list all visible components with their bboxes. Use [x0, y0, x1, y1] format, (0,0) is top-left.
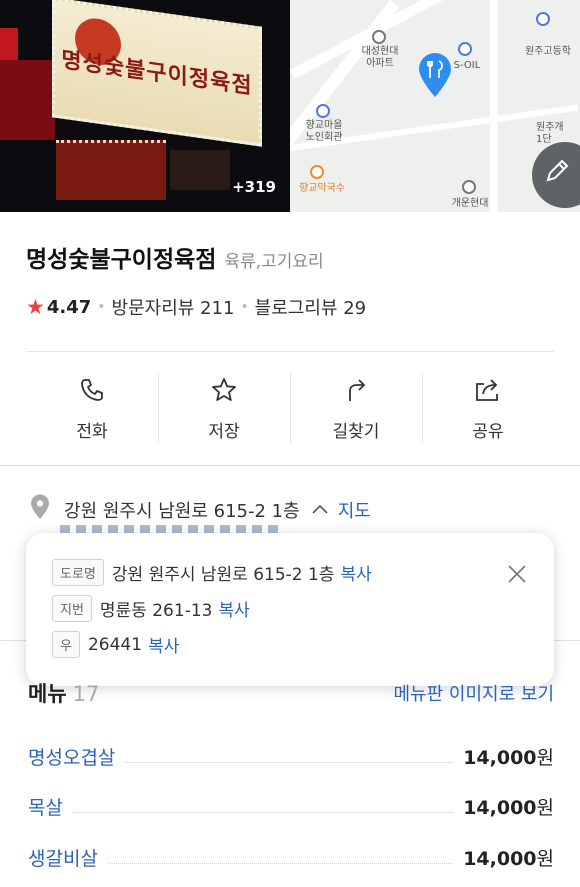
- address-summary: 강원 원주시 남원로 615-2 1층: [64, 500, 300, 522]
- map-label: 향교막국수: [299, 183, 345, 194]
- menu-title: 메뉴 17: [28, 678, 99, 708]
- save-label: 저장: [208, 421, 240, 442]
- road-address-tag: 도로명: [52, 559, 104, 586]
- copy-road-address-button[interactable]: 복사: [340, 560, 371, 585]
- price-unit: 원: [536, 796, 554, 819]
- divider: [26, 351, 554, 352]
- address-detail-popup: 도로명 강원 원주시 남원로 615-2 1층 복사 지번 명륜동 261-13…: [26, 533, 554, 686]
- share-button[interactable]: 공유: [422, 370, 554, 446]
- zip-code: 26441: [87, 634, 143, 655]
- save-button[interactable]: 저장: [158, 370, 290, 446]
- photo-decoration: [0, 60, 55, 140]
- menu-item-name: 목살: [28, 796, 63, 819]
- map-label: 개운현대: [451, 198, 489, 209]
- separator: •: [97, 299, 106, 315]
- leader-dots: [125, 749, 454, 763]
- star-outline-icon: [210, 375, 238, 405]
- directions-button[interactable]: 길찾기: [290, 370, 422, 446]
- menu-item-price: 14,000원: [463, 743, 554, 770]
- menu-item-price: 14,000원: [463, 844, 554, 871]
- place-category: 육류,고기요리: [224, 252, 324, 272]
- rating-row: ★ 4.47 • 방문자리뷰 211 • 블로그리뷰 29: [26, 294, 366, 320]
- map-pin-icon: [30, 494, 50, 525]
- menu-count: 17: [72, 682, 100, 706]
- share-icon: [473, 375, 503, 405]
- directions-label: 길찾기: [332, 421, 380, 442]
- call-button[interactable]: 전화: [26, 370, 158, 446]
- close-icon[interactable]: [506, 563, 528, 585]
- map-link[interactable]: 지도: [338, 497, 371, 523]
- poi-gas-icon: [458, 42, 472, 56]
- price-value: 14,000: [463, 847, 537, 870]
- lot-address-line: 지번 명륜동 261-13 복사: [52, 595, 250, 622]
- zip-line: 우 26441 복사: [52, 631, 179, 658]
- menu-item[interactable]: 생갈비살 14,000원: [28, 843, 554, 871]
- hero-media: 명성숯불구이정육점 +319 대성현대 아파트 S-OIL 원주고등학 향교마을…: [0, 0, 580, 212]
- menu-header: 메뉴 17 메뉴판 이미지로 보기: [28, 678, 554, 708]
- menu-item[interactable]: 명성오겹살 14,000원: [28, 742, 554, 770]
- map-road: [490, 0, 498, 212]
- mini-map[interactable]: 대성현대 아파트 S-OIL 원주고등학 향교마을 노인회관 향교막국수 개운현…: [290, 0, 580, 212]
- sign-text: 명성숯불구이정육점: [61, 47, 253, 100]
- place-name: 명성숯불구이정육점: [26, 247, 217, 273]
- address-row[interactable]: 강원 원주시 남원로 615-2 1층 지도: [30, 494, 371, 525]
- call-label: 전화: [76, 421, 108, 442]
- separator: •: [240, 299, 249, 315]
- visitor-reviews-link[interactable]: 방문자리뷰 211: [112, 294, 235, 320]
- section-divider: [0, 465, 580, 466]
- poi-apartment-icon: [462, 180, 476, 194]
- photo-count: +319: [232, 178, 276, 196]
- leader-dots: [107, 850, 454, 864]
- action-bar: 전화 저장 길찾기 공유: [26, 370, 554, 446]
- hidden-text-fragment: [60, 525, 280, 533]
- menu-item[interactable]: 목살 14,000원: [28, 792, 554, 820]
- chevron-up-icon[interactable]: [312, 502, 328, 518]
- photo-decoration: [56, 140, 166, 200]
- star-icon: ★: [26, 295, 45, 319]
- road-address-line: 도로명 강원 원주시 남원로 615-2 1층 복사: [52, 559, 372, 586]
- lot-address-tag: 지번: [52, 595, 92, 622]
- map-label: 원주고등학: [525, 46, 571, 57]
- restaurant-photo[interactable]: 명성숯불구이정육점 +319: [0, 0, 290, 212]
- road-address: 강원 원주시 남원로 615-2 1층: [111, 565, 335, 585]
- photo-decoration: [170, 150, 230, 190]
- phone-icon: [79, 375, 105, 405]
- blog-reviews-link[interactable]: 블로그리뷰 29: [255, 294, 366, 320]
- edit-button[interactable]: [532, 142, 580, 208]
- leader-dots: [72, 799, 454, 813]
- zip-tag: 우: [52, 631, 80, 658]
- pencil-icon: [546, 159, 569, 182]
- directions-icon: [343, 375, 369, 405]
- place-header: 명성숯불구이정육점 육류,고기요리: [26, 240, 324, 274]
- price-value: 14,000: [463, 746, 537, 769]
- menu-item-name: 명성오겹살: [28, 746, 116, 769]
- menu-title-text: 메뉴: [28, 682, 67, 706]
- rating-score: 4.47: [46, 296, 92, 318]
- poi-building-icon: [316, 104, 330, 118]
- price-value: 14,000: [463, 796, 537, 819]
- share-label: 공유: [472, 421, 504, 442]
- poi-apartment-icon: [372, 30, 386, 44]
- location-pin-icon: [417, 52, 453, 98]
- photo-sign: 명성숯불구이정육점: [52, 0, 262, 147]
- poi-school-icon: [536, 12, 550, 26]
- map-label: 향교마을 노인회관: [305, 120, 343, 143]
- menu-image-link[interactable]: 메뉴판 이미지로 보기: [394, 680, 554, 706]
- lot-address: 명륜동 261-13: [99, 601, 213, 621]
- menu-item-price: 14,000원: [463, 793, 554, 820]
- menu-item-name: 생갈비살: [28, 847, 98, 870]
- poi-restaurant-icon: [310, 165, 324, 179]
- copy-lot-address-button[interactable]: 복사: [218, 596, 249, 621]
- map-label: 대성현대 아파트: [361, 46, 399, 69]
- price-unit: 원: [536, 847, 554, 870]
- price-unit: 원: [536, 746, 554, 769]
- copy-zip-button[interactable]: 복사: [148, 632, 179, 657]
